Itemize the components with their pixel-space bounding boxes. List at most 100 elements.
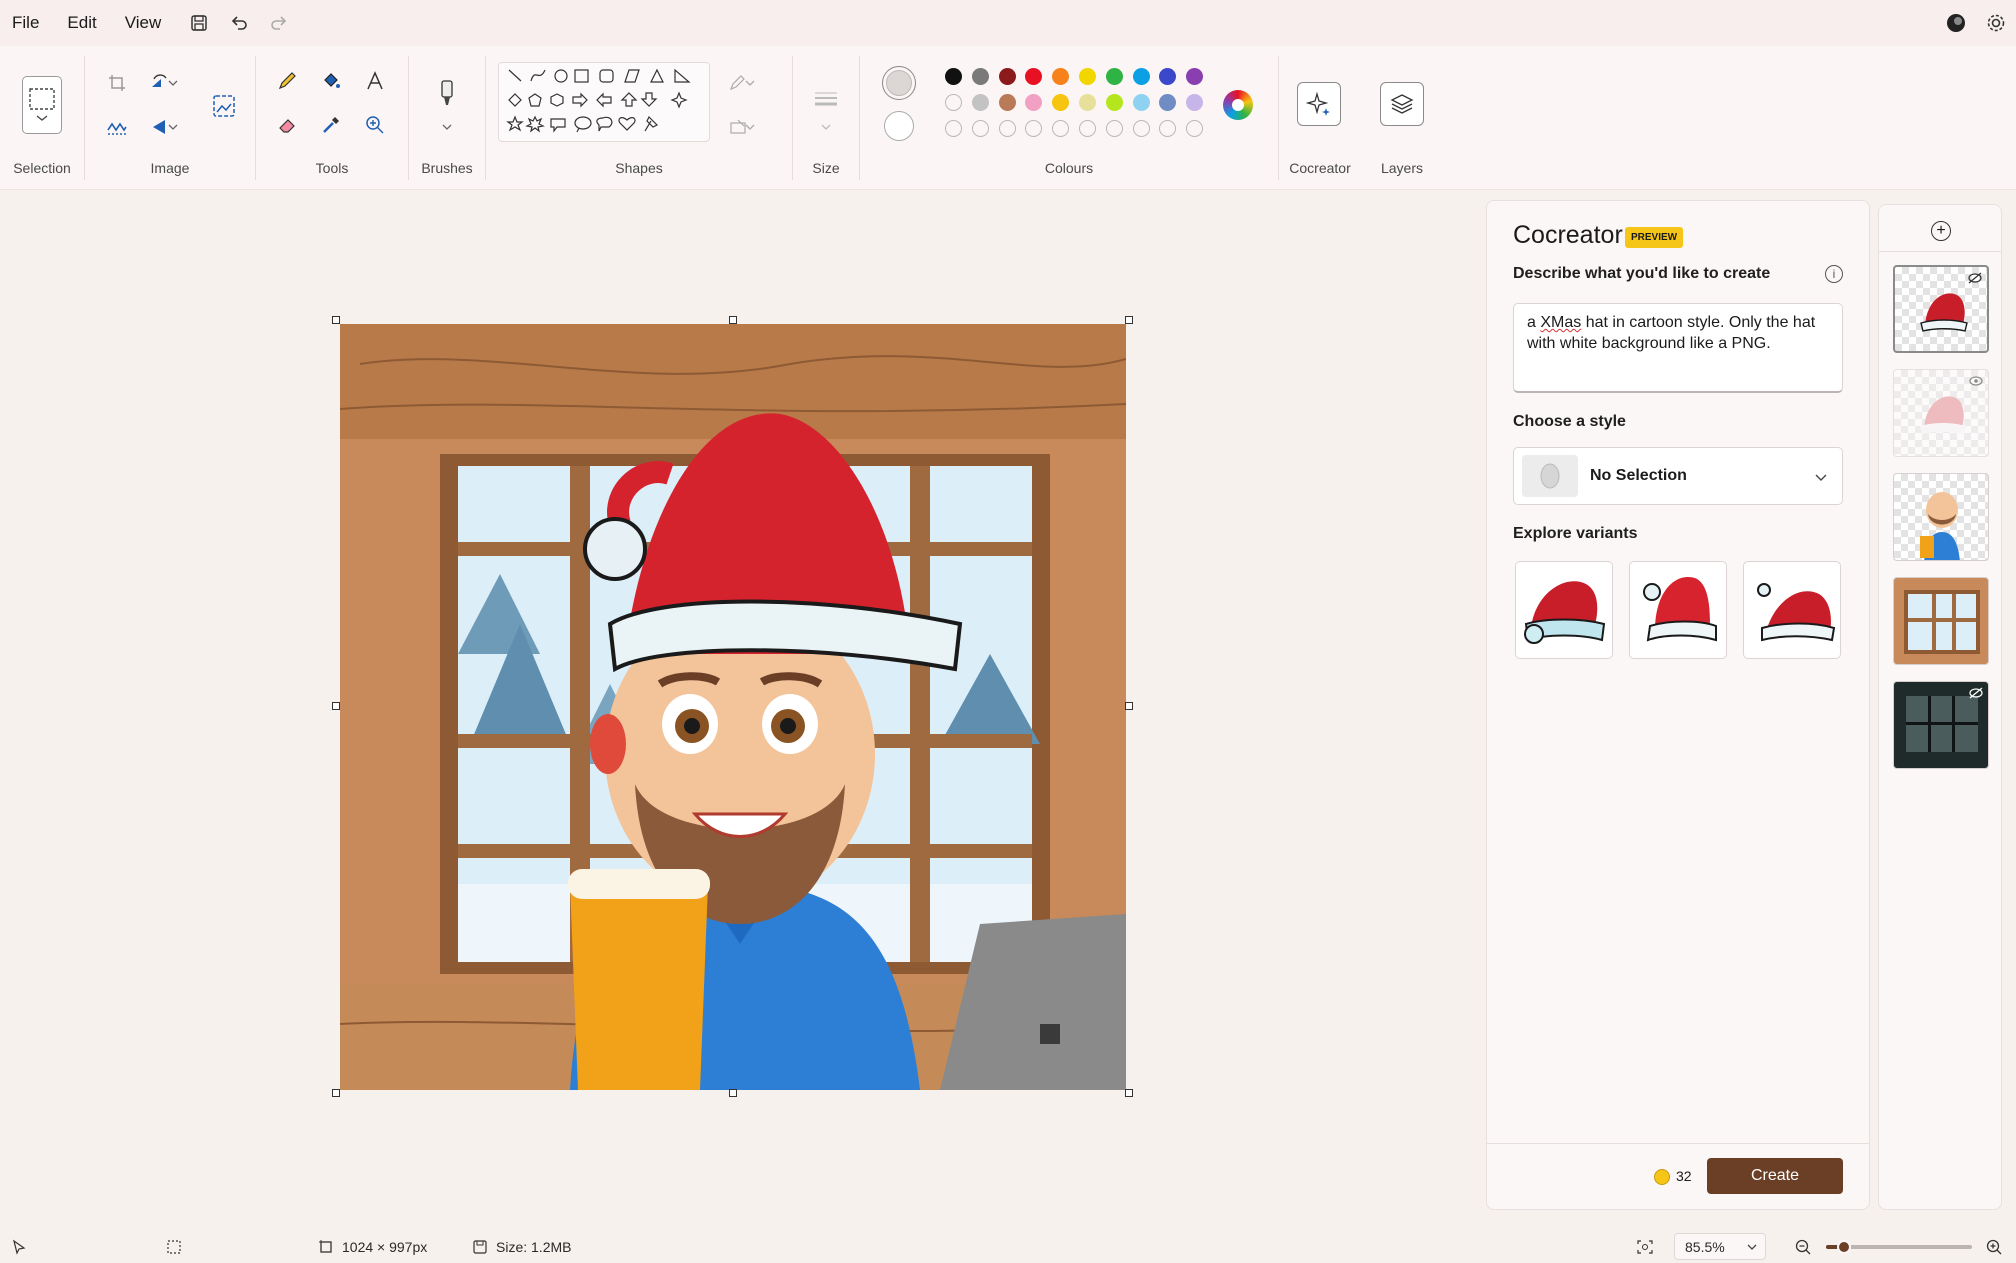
colour-swatch[interactable] xyxy=(1105,68,1123,85)
edit-colors-icon[interactable] xyxy=(1223,90,1253,120)
resize-handle[interactable] xyxy=(332,316,340,324)
colour-swatch[interactable] xyxy=(1186,68,1204,85)
eye-icon[interactable] xyxy=(1968,374,1984,393)
colour-swatch[interactable] xyxy=(1132,120,1150,137)
colour-swatch[interactable] xyxy=(1186,94,1204,111)
shape-icons[interactable] xyxy=(499,63,711,143)
brushes-group: Brushes xyxy=(409,46,485,190)
create-button[interactable]: Create xyxy=(1707,1158,1843,1194)
colour-swatch[interactable] xyxy=(1132,94,1150,111)
brushes-dropdown-chevron-icon[interactable] xyxy=(430,110,464,144)
colour-swatch[interactable] xyxy=(1132,68,1150,85)
image-properties-icon[interactable] xyxy=(207,89,241,123)
colour-swatch[interactable] xyxy=(945,94,962,111)
color-picker-icon[interactable] xyxy=(314,108,348,142)
rotate-dropdown-chevron-icon[interactable] xyxy=(165,66,181,100)
zoom-out-icon[interactable] xyxy=(1794,1230,1812,1263)
zoom-select[interactable]: 85.5% xyxy=(1674,1233,1766,1260)
variant-thumbnail[interactable] xyxy=(1629,561,1727,659)
shape-fill-dropdown-chevron-icon[interactable] xyxy=(742,110,758,144)
colour-swatch[interactable] xyxy=(945,68,962,85)
colour-swatch[interactable] xyxy=(1079,120,1096,137)
layer-thumbnail-character[interactable] xyxy=(1893,473,1989,561)
pencil-icon[interactable] xyxy=(270,64,304,98)
add-layer-icon[interactable]: + xyxy=(1931,221,1951,241)
colour-swatch[interactable] xyxy=(971,94,989,111)
colour-swatch[interactable] xyxy=(971,120,989,137)
colour-swatch[interactable] xyxy=(1159,120,1177,137)
zoom-slider-thumb[interactable] xyxy=(1836,1239,1851,1254)
info-icon[interactable]: i xyxy=(1825,265,1843,283)
hidden-eye-icon[interactable] xyxy=(1968,686,1984,705)
colour-swatch[interactable] xyxy=(1159,68,1177,85)
size-dropdown-chevron-icon[interactable] xyxy=(809,110,843,144)
layer-thumbnail-hat[interactable] xyxy=(1893,265,1989,353)
colour-swatch[interactable] xyxy=(1186,120,1204,137)
zoom-value: 85.5% xyxy=(1685,1238,1725,1255)
fit-to-window-icon[interactable] xyxy=(1636,1230,1654,1263)
colour-swatch[interactable] xyxy=(1105,94,1123,111)
layers-button[interactable] xyxy=(1380,82,1424,126)
prompt-input[interactable]: a XMas hat in cartoon style. Only the ha… xyxy=(1513,303,1843,393)
selection-tool-icon[interactable] xyxy=(22,76,62,134)
fill-bucket-icon[interactable] xyxy=(314,64,348,98)
colour-swatch[interactable] xyxy=(1025,94,1043,111)
menu-view[interactable]: View xyxy=(111,0,176,46)
colour-swatch[interactable] xyxy=(1052,94,1070,111)
resize-handle[interactable] xyxy=(1125,1089,1133,1097)
save-icon[interactable] xyxy=(179,0,219,46)
zoom-in-icon[interactable] xyxy=(1985,1230,2003,1263)
resize-handle[interactable] xyxy=(729,316,737,324)
secondary-color-swatch[interactable] xyxy=(884,111,914,141)
outline-dropdown-chevron-icon[interactable] xyxy=(742,66,758,100)
colour-swatch[interactable] xyxy=(1105,120,1123,137)
crop-icon[interactable] xyxy=(100,66,134,100)
layer-thumbnail-window[interactable] xyxy=(1893,577,1989,665)
shapes-label: Shapes xyxy=(615,160,663,176)
colour-swatch[interactable] xyxy=(998,94,1016,111)
style-dropdown[interactable]: No Selection xyxy=(1513,447,1843,505)
canvas-image[interactable] xyxy=(340,324,1126,1090)
menu-edit[interactable]: Edit xyxy=(53,0,110,46)
resize-handle[interactable] xyxy=(1125,702,1133,710)
redo-icon[interactable] xyxy=(259,0,299,46)
settings-gear-icon[interactable] xyxy=(1976,0,2016,46)
hidden-eye-icon[interactable] xyxy=(1967,271,1983,290)
colour-swatch[interactable] xyxy=(1025,68,1043,85)
variant-thumbnail[interactable] xyxy=(1515,561,1613,659)
colour-swatch[interactable] xyxy=(1159,94,1177,111)
resize-handle[interactable] xyxy=(1125,316,1133,324)
colour-swatch[interactable] xyxy=(1079,68,1096,85)
prompt-text-start: a xyxy=(1527,314,1541,331)
brush-icon[interactable] xyxy=(430,76,464,110)
undo-icon[interactable] xyxy=(219,0,259,46)
colour-swatch[interactable] xyxy=(1025,120,1043,137)
resize-handle[interactable] xyxy=(332,1089,340,1097)
colour-swatch[interactable] xyxy=(1079,94,1096,111)
layer-thumbnail-dark-window[interactable] xyxy=(1893,681,1989,769)
style-selected-value: No Selection xyxy=(1590,467,1687,484)
colour-swatch[interactable] xyxy=(998,68,1016,85)
cocreator-button[interactable] xyxy=(1297,82,1341,126)
primary-color-swatch[interactable] xyxy=(882,66,916,100)
eraser-icon[interactable] xyxy=(270,108,304,142)
brushes-label: Brushes xyxy=(421,160,473,176)
zoom-slider[interactable] xyxy=(1826,1230,1974,1263)
background-removal-icon[interactable] xyxy=(100,110,134,144)
colours-label: Colours xyxy=(1044,160,1094,176)
resize-handle[interactable] xyxy=(729,1089,737,1097)
text-tool-icon[interactable] xyxy=(358,64,392,98)
colour-swatch[interactable] xyxy=(971,68,989,85)
magnifier-icon[interactable] xyxy=(358,108,392,142)
layer-thumbnail-faded-hat[interactable] xyxy=(1893,369,1989,457)
selection-label: Selection xyxy=(13,160,71,176)
colour-swatch[interactable] xyxy=(1052,68,1070,85)
menu-file[interactable]: File xyxy=(0,0,53,46)
variant-thumbnail[interactable] xyxy=(1743,561,1841,659)
colour-swatch[interactable] xyxy=(945,120,962,137)
account-icon[interactable] xyxy=(1936,0,1976,46)
resize-handle[interactable] xyxy=(332,702,340,710)
flip-dropdown-chevron-icon[interactable] xyxy=(165,110,181,144)
colour-swatch[interactable] xyxy=(998,120,1016,137)
colour-swatch[interactable] xyxy=(1052,120,1070,137)
